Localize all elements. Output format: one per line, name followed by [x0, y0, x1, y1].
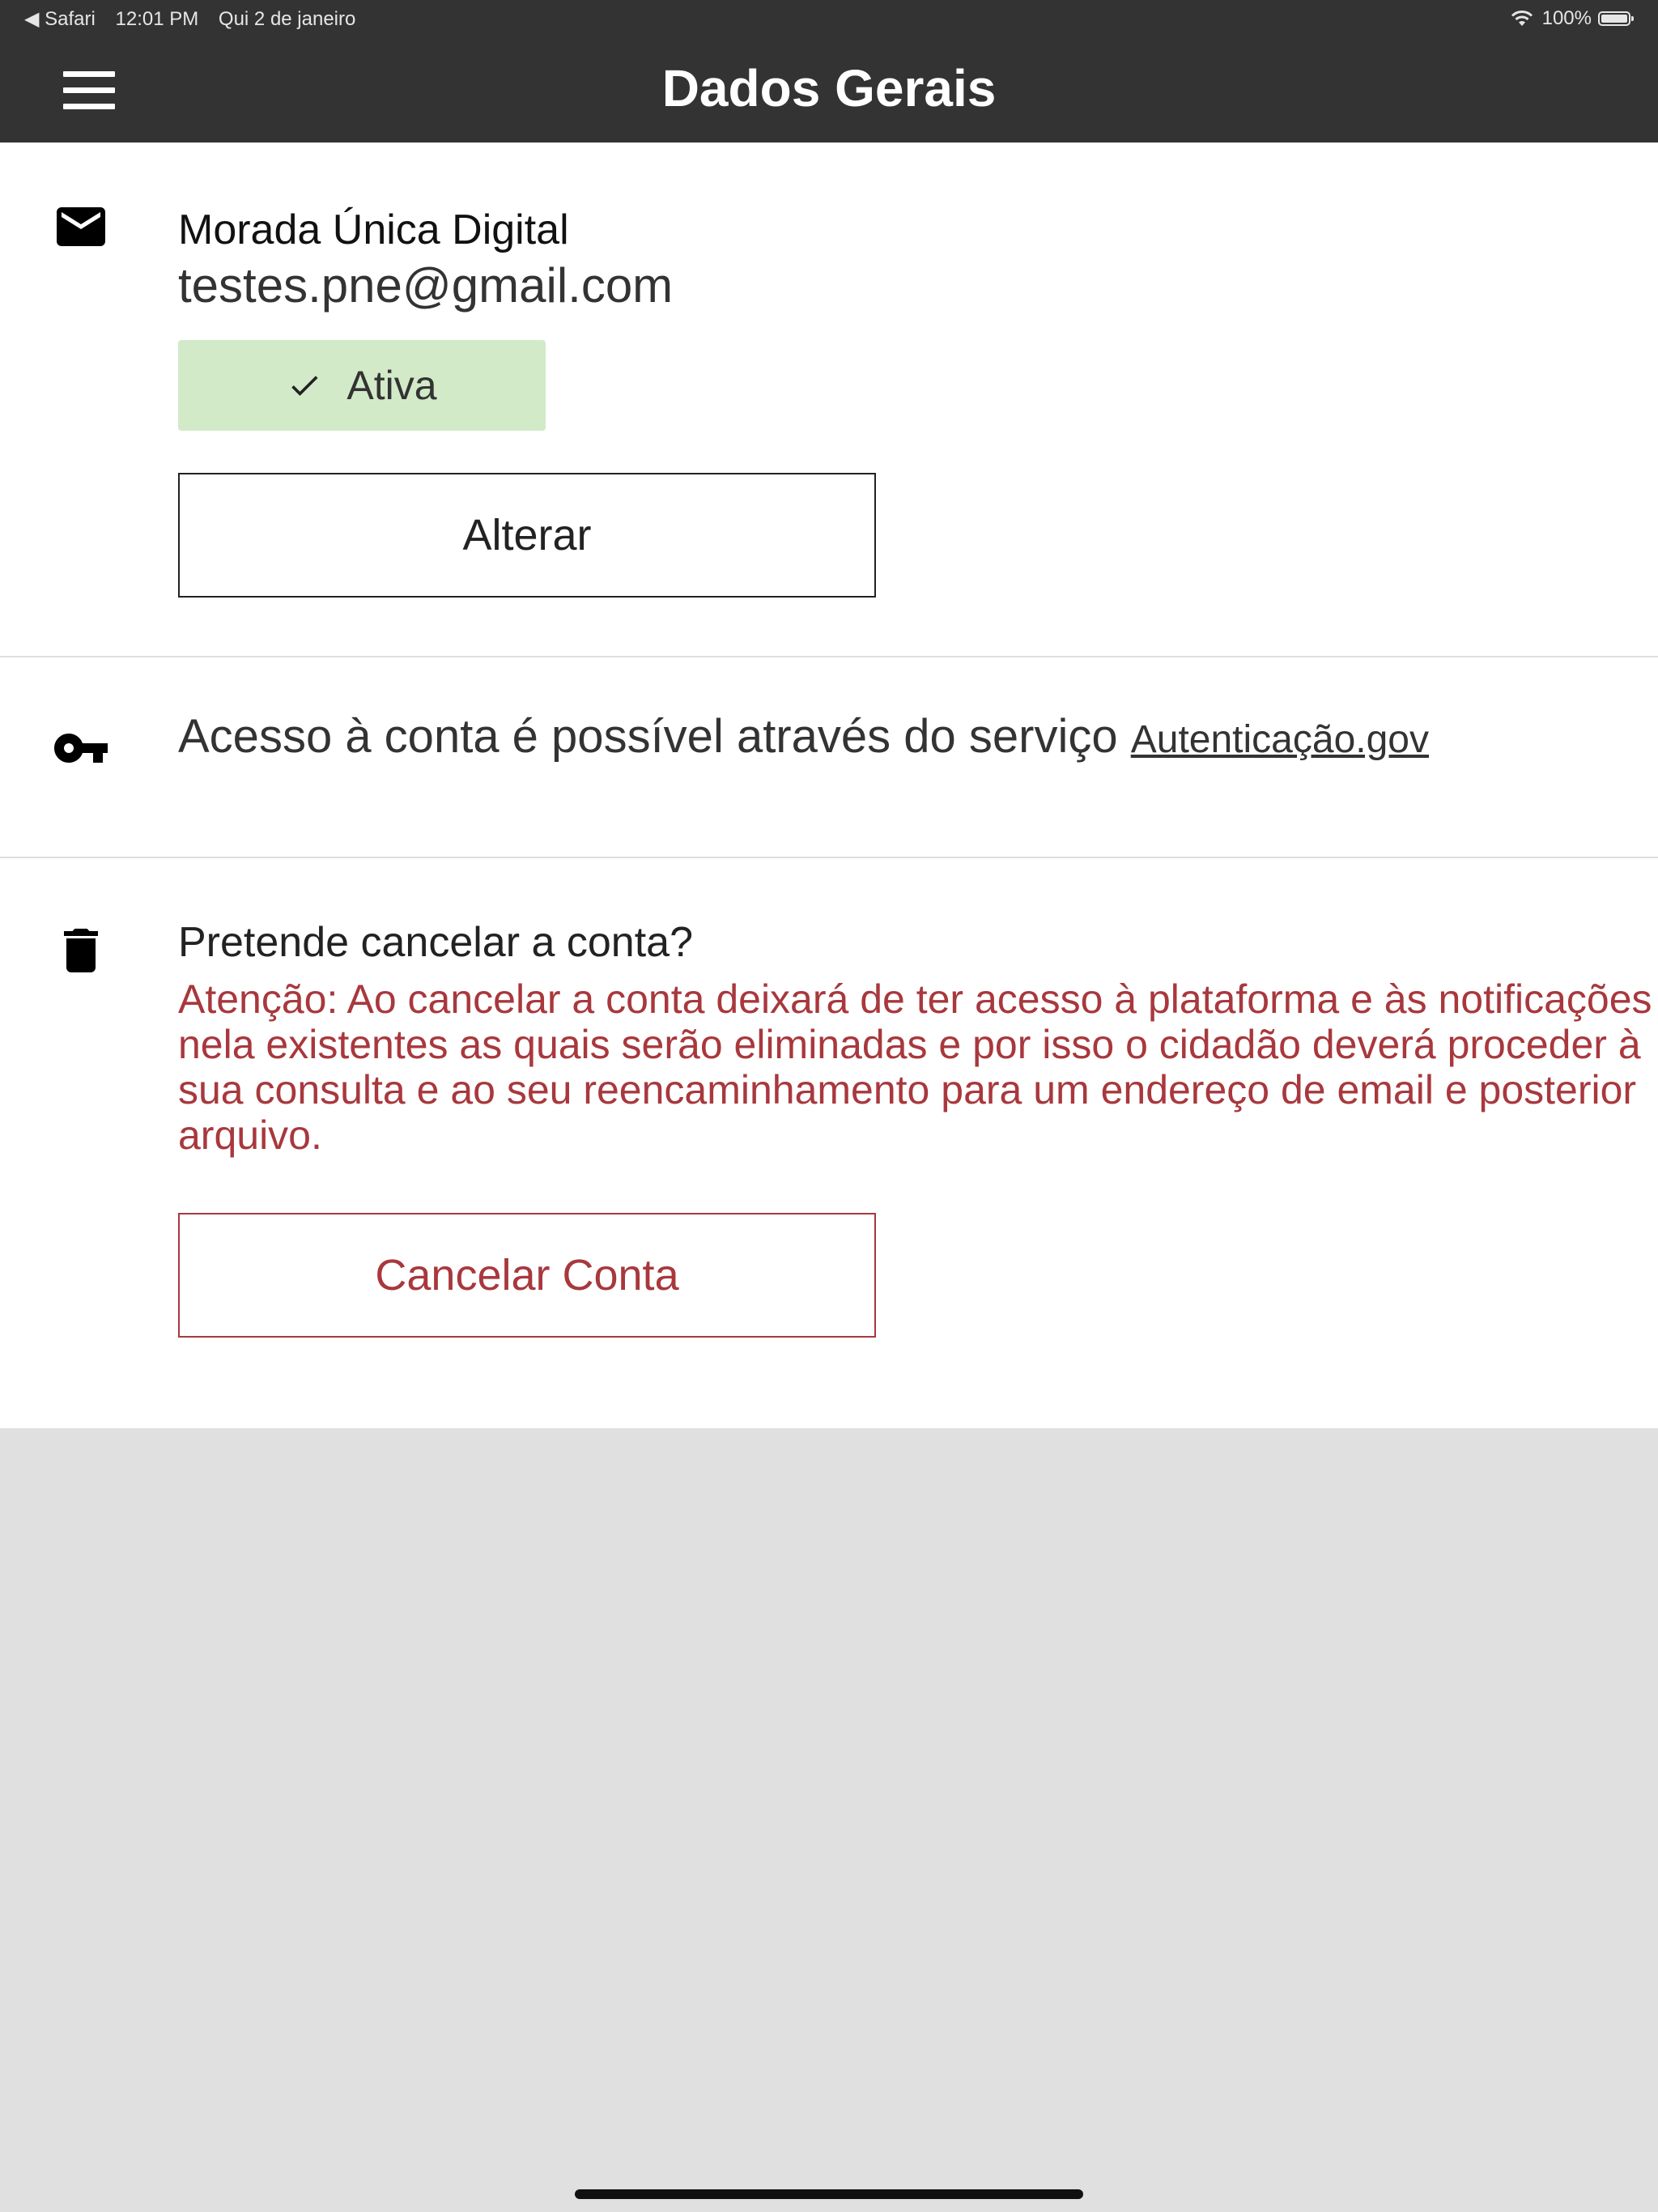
page-title: Dados Gerais — [661, 59, 997, 117]
mud-section: Morada Única Digital testes.pne@gmail.co… — [0, 143, 1658, 656]
autenticacao-gov-link[interactable]: Autenticação.gov — [1131, 718, 1429, 761]
access-info: Acesso à conta é possível através do ser… — [178, 709, 1429, 764]
mud-email: testes.pne@gmail.com — [178, 258, 674, 313]
header: Dados Gerais — [0, 37, 1658, 143]
status-date: Qui 2 de janeiro — [218, 8, 356, 30]
status-time: 12:01 PM — [115, 8, 199, 30]
status-badge: Ativa — [178, 340, 546, 431]
access-text: Acesso à conta é possível através do ser… — [178, 710, 1118, 763]
wifi-icon — [1511, 11, 1533, 26]
home-indicator[interactable] — [575, 2189, 1083, 2199]
battery-icon — [1598, 11, 1634, 26]
alterar-button[interactable]: Alterar — [178, 473, 876, 598]
email-icon — [57, 207, 105, 246]
cancel-warning: Atenção: Ao cancelar a conta deixará de … — [178, 976, 1652, 1158]
back-to-safari-link[interactable]: ◀ Safari — [24, 8, 96, 30]
main-content: Morada Única Digital testes.pne@gmail.co… — [0, 143, 1658, 1428]
divider — [0, 656, 1658, 657]
status-label: Ativa — [346, 363, 437, 408]
check-icon — [291, 376, 318, 396]
divider — [0, 857, 1658, 858]
mud-title: Morada Única Digital — [178, 206, 569, 253]
status-bar-right: 100% — [1510, 7, 1634, 30]
battery-percent: 100% — [1541, 7, 1592, 29]
status-bar: ◀ Safari 12:01 PM Qui 2 de janeiro 100% — [0, 0, 1658, 37]
trash-icon — [64, 929, 98, 972]
key-icon — [54, 734, 108, 763]
cancelar-conta-button[interactable]: Cancelar Conta — [178, 1213, 876, 1338]
status-bar-left: ◀ Safari 12:01 PM Qui 2 de janeiro — [24, 7, 370, 31]
cancel-question: Pretende cancelar a conta? — [178, 919, 693, 966]
